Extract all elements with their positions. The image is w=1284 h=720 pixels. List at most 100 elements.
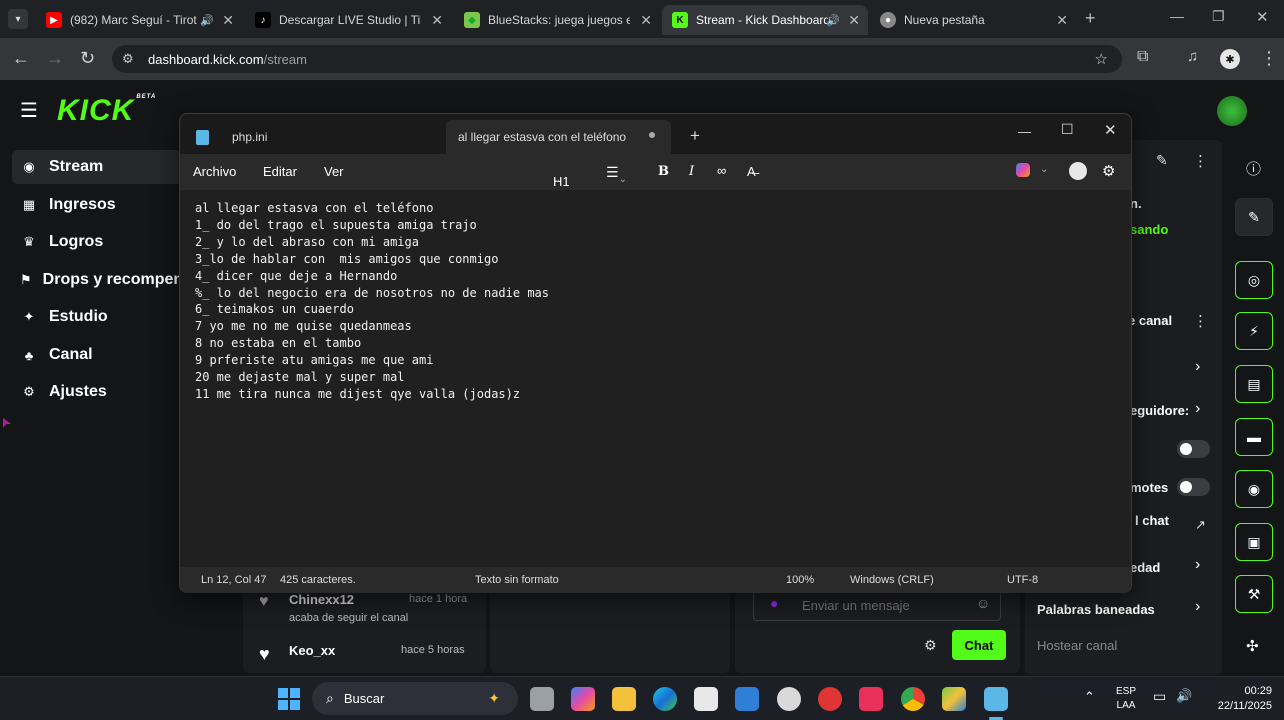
zoom-level[interactable]: 100%	[786, 574, 814, 586]
list-icon[interactable]: ☰ ⌄	[606, 164, 627, 185]
toggle-switch[interactable]	[1177, 440, 1210, 458]
task-view-icon[interactable]	[530, 687, 554, 711]
new-tab-icon[interactable]: +	[690, 126, 700, 146]
language-indicator[interactable]: ESP LAA	[1116, 685, 1136, 713]
notepad-app-icon[interactable]	[984, 687, 1008, 711]
external-link-icon[interactable]: ↗	[1195, 517, 1206, 533]
recorder-app-icon[interactable]	[818, 687, 842, 711]
sidebar-item-stream[interactable]: ◉ Stream	[12, 150, 182, 184]
clock[interactable]: 00:29 22/11/2025	[1200, 684, 1272, 714]
text-editor[interactable]: al llegar estasva con el teléfono 1_ do d…	[180, 190, 1131, 567]
minimize-icon[interactable]: —	[1170, 8, 1184, 24]
more-icon[interactable]: ⋮	[1193, 312, 1208, 330]
flash-button[interactable]: ⚡	[1235, 312, 1273, 350]
clear-format-icon[interactable]: A̶	[747, 164, 756, 179]
edit-icon[interactable]: ✎	[1156, 152, 1168, 169]
bluestacks-app-icon[interactable]	[942, 687, 966, 711]
account-avatar[interactable]	[1069, 162, 1087, 180]
line-ending[interactable]: Windows (CRLF)	[850, 574, 934, 586]
sidebar-item-logros[interactable]: ♛ Logros	[12, 225, 182, 259]
emoji-icon[interactable]: ☺	[976, 595, 990, 611]
speaker-icon[interactable]: 🔊	[200, 14, 214, 27]
browser-tab[interactable]: ♪ Descargar LIVE Studio | TikTo ✕	[245, 5, 451, 35]
notepad-tab-active[interactable]: al llegar estasva con el teléfono	[446, 120, 671, 154]
store-icon[interactable]	[694, 687, 718, 711]
media-control-icon[interactable]: ♫	[1187, 48, 1198, 65]
menu-editar[interactable]: Editar	[263, 164, 297, 179]
edge-icon[interactable]	[653, 687, 677, 711]
kick-logo[interactable]: KICK BETA	[57, 94, 156, 128]
restore-icon[interactable]: ❐	[1212, 8, 1225, 25]
notes-button[interactable]: ▤	[1235, 365, 1273, 403]
url-field[interactable]: ⚙ dashboard.kick.com/stream ☆	[112, 45, 1122, 73]
toggle-switch[interactable]	[1177, 478, 1210, 496]
taskbar-search[interactable]: ⌕ Buscar ✦	[312, 682, 518, 715]
user-avatar[interactable]	[1217, 96, 1247, 126]
browser-tab[interactable]: ▶ (982) Marc Seguí - Tirot 🔊 ✕	[36, 5, 242, 35]
copilot-app-icon[interactable]	[571, 687, 595, 711]
bold-icon[interactable]: B	[658, 164, 669, 179]
host-channel-link[interactable]: Hostear canal	[1037, 638, 1117, 653]
close-window-icon[interactable]: ✕	[1256, 8, 1269, 26]
screen-capture-button[interactable]: ◎	[1235, 261, 1273, 299]
menu-kebab-icon[interactable]: ⋮	[1260, 48, 1278, 69]
layout-button[interactable]: ▣	[1235, 523, 1273, 561]
tab-search-button[interactable]: ▾	[8, 9, 28, 29]
activity-user[interactable]: Chinexx12	[289, 592, 354, 607]
edit-layout-button[interactable]: ✎	[1235, 198, 1273, 236]
reload-icon[interactable]: ↻	[80, 48, 95, 69]
banned-words-link[interactable]: Palabras baneadas	[1037, 602, 1155, 617]
chat-bubble-button[interactable]: ▬	[1235, 418, 1273, 456]
volume-icon[interactable]: 🔊	[1176, 688, 1192, 704]
link-icon[interactable]: ∞	[717, 163, 726, 178]
back-icon[interactable]: ←	[12, 48, 30, 69]
hamburger-menu-icon[interactable]: ☰	[20, 98, 38, 123]
network-icon[interactable]: ▭	[1153, 688, 1166, 705]
browser-tab[interactable]: ● Nueva pestaña ✕	[870, 5, 1076, 35]
more-icon[interactable]: ⋮	[1193, 152, 1208, 170]
info-icon[interactable]: ⓘ	[1246, 158, 1261, 179]
partial-followers[interactable]: eguidore:	[1130, 403, 1189, 418]
extensions-icon[interactable]: ⧉	[1137, 48, 1148, 66]
chat-settings-icon[interactable]: ⚙	[924, 637, 937, 654]
tools-button[interactable]: ⚒	[1235, 575, 1273, 613]
italic-icon[interactable]: I	[689, 164, 694, 179]
broadcast-button[interactable]: ◉	[1235, 470, 1273, 508]
forward-icon[interactable]: →	[46, 48, 64, 69]
chevron-right-icon[interactable]: ›	[1195, 400, 1200, 418]
close-window-icon[interactable]: ✕	[1104, 121, 1117, 139]
more-options-icon[interactable]: ✣	[1246, 637, 1259, 655]
menu-ver[interactable]: Ver	[324, 164, 344, 179]
browser-tab[interactable]: ◆ BlueStacks: juega juegos en ✕	[454, 5, 660, 35]
bookmark-star-icon[interactable]: ☆	[1095, 50, 1108, 68]
profile-avatar[interactable]: ✱	[1220, 49, 1240, 69]
sidebar-item-ajustes[interactable]: ⚙ Ajustes	[12, 375, 182, 409]
chevron-right-icon[interactable]: ›	[1195, 556, 1200, 574]
chat-send-button[interactable]: Chat	[952, 630, 1006, 660]
activity-user[interactable]: Keo_xx	[289, 643, 335, 658]
close-tab-icon[interactable]: ✕	[431, 12, 443, 29]
format-label[interactable]: Texto sin formato	[475, 574, 559, 586]
sidebar-item-ingresos[interactable]: ▦ Ingresos	[12, 188, 182, 222]
sidebar-item-canal[interactable]: ♣ Canal	[12, 338, 182, 372]
start-button[interactable]	[278, 688, 300, 710]
close-tab-icon[interactable]: ✕	[222, 12, 234, 29]
chevron-up-icon[interactable]: ⌃	[1084, 689, 1095, 705]
sidebar-item-drops[interactable]: ⚑ Drops y recompensas	[12, 263, 182, 297]
notepad-tab[interactable]: php.ini	[220, 120, 445, 154]
speaker-icon[interactable]: 🔊	[826, 14, 840, 27]
game-app-icon[interactable]	[777, 687, 801, 711]
chevron-right-icon[interactable]: ›	[1195, 358, 1200, 376]
close-tab-icon[interactable]: ✕	[1056, 12, 1068, 29]
close-tab-icon[interactable]: ✕	[640, 12, 652, 29]
browser-tab-active[interactable]: K Stream - Kick Dashboard 🔊 ✕	[662, 5, 868, 35]
outlook-icon[interactable]	[735, 687, 759, 711]
chevron-down-icon[interactable]: ⌄	[1040, 164, 1048, 175]
sidebar-item-estudio[interactable]: ✦ Estudio	[12, 300, 182, 334]
close-tab-icon[interactable]: ✕	[848, 12, 860, 29]
chrome-app-icon[interactable]	[901, 687, 925, 711]
maximize-icon[interactable]: ☐	[1061, 121, 1074, 138]
minimize-icon[interactable]: —	[1018, 124, 1031, 139]
site-info-icon[interactable]: ⚙	[122, 51, 134, 67]
copilot-icon[interactable]	[1016, 163, 1030, 177]
